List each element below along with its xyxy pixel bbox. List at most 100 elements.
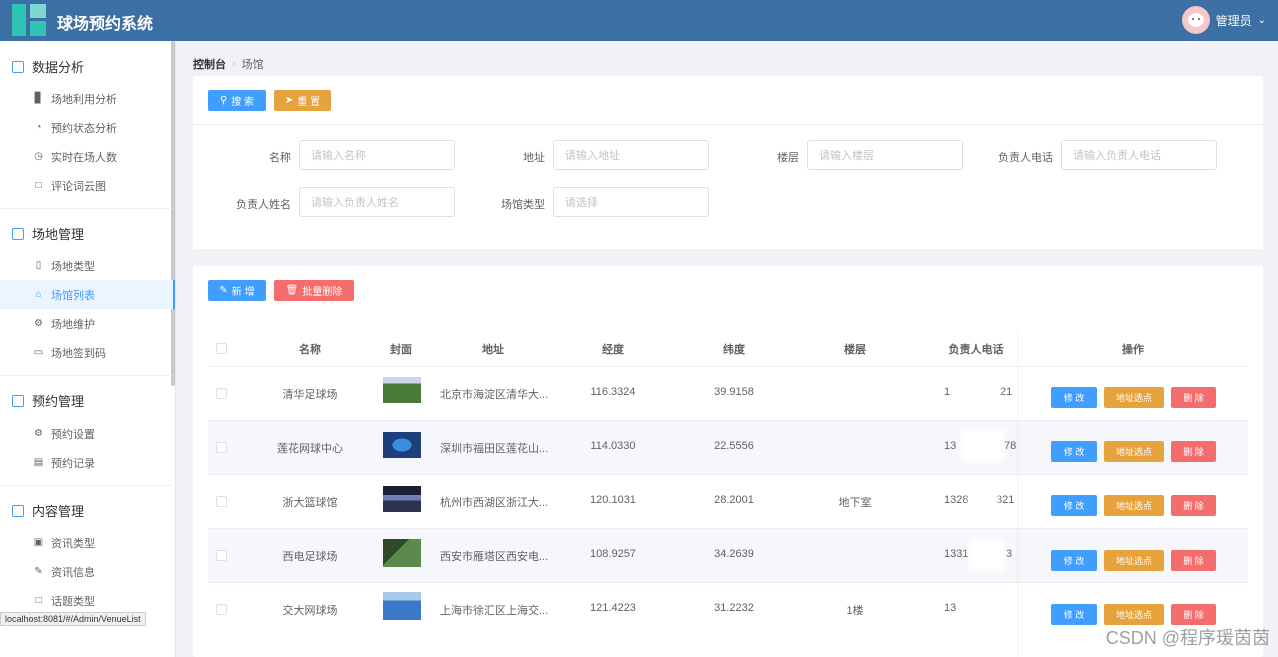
sidebar-item-checkin-code[interactable]: ▭ 场地签到码: [0, 338, 172, 367]
sidebar-item-venue-list[interactable]: ⌂ 场馆列表: [0, 280, 175, 309]
location-pick-button[interactable]: 地址选点: [1104, 387, 1164, 408]
sidebar-item-venue-usage[interactable]: ▊ 场地利用分析: [0, 84, 172, 113]
venue-type-label: 场馆类型: [501, 199, 545, 211]
column-header-manager-phone[interactable]: 负责人电话: [931, 341, 1021, 357]
edit-icon: ✎: [34, 566, 43, 577]
office-building-icon: [12, 227, 24, 240]
user-name[interactable]: 管理员: [1216, 12, 1252, 29]
venue-longitude: 121.4223: [590, 602, 636, 614]
venue-latitude: 28.2001: [714, 494, 754, 506]
watermark: CSDN @程序瑗茵茵: [1105, 628, 1270, 648]
venue-name: 浙大篮球馆: [282, 497, 338, 509]
delete-button[interactable]: 删 除: [1171, 604, 1216, 625]
select-all-checkbox[interactable]: [216, 343, 227, 354]
venue-cover-image: [383, 592, 421, 620]
avatar[interactable]: [1181, 6, 1210, 34]
venue-latitude: 39.9158: [714, 386, 754, 398]
search-button[interactable]: ⚲ 搜 索: [208, 90, 266, 111]
sidebar-item-booking-settings[interactable]: ⚙ 预约设置: [0, 419, 172, 448]
venue-type-select[interactable]: 请选择: [553, 187, 709, 217]
column-header-latitude[interactable]: 纬度: [694, 341, 774, 357]
venue-address: 杭州市西湖区浙江大...: [440, 497, 549, 509]
column-header-cover[interactable]: 封面: [373, 341, 429, 357]
sidebar-group-venue-management[interactable]: 场地管理: [12, 224, 84, 243]
sidebar: 数据分析 ▊ 场地利用分析 ◔ 预约状态分析 ◷ 实时在场人数 □ 评论词云图 场地管理…: [0, 41, 176, 657]
sidebar-item-booking-status[interactable]: ◔ 预约状态分析: [0, 113, 172, 142]
monitor-icon: ▭: [33, 347, 44, 358]
edit-icon: ✎: [219, 285, 228, 296]
column-header-name[interactable]: 名称: [280, 341, 340, 357]
manager-name-input[interactable]: 请输入负责人姓名: [299, 187, 455, 217]
location-pick-button[interactable]: 地址选点: [1104, 550, 1164, 571]
sidebar-item-news-type[interactable]: ▣ 资讯类型: [0, 528, 172, 557]
sidebar-item-venue-maintenance[interactable]: ⚙ 场地维护: [0, 309, 172, 338]
sidebar-item-realtime-count[interactable]: ◷ 实时在场人数: [0, 142, 172, 171]
table-row: 莲花网球中心 深圳市福田区莲花山... 114.0330 22.5556 13 …: [208, 421, 1248, 474]
sidebar-item-comment-cloud[interactable]: □ 评论词云图: [0, 171, 172, 200]
venue-latitude: 34.2639: [714, 548, 754, 560]
venue-name: 交大网球场: [282, 605, 338, 617]
column-header-actions[interactable]: 操作: [1093, 341, 1173, 357]
delete-button[interactable]: 删 除: [1171, 387, 1216, 408]
venue-longitude: 116.3324: [590, 386, 636, 398]
document-icon: ▤: [33, 457, 44, 468]
sidebar-group-data-analysis[interactable]: 数据分析: [12, 57, 84, 76]
message-icon: □: [35, 595, 42, 606]
batch-delete-button[interactable]: 🗑 批量删除: [274, 280, 354, 301]
floor-input[interactable]: 请输入楼层: [807, 140, 963, 170]
manager-phone-end: 21: [1000, 386, 1013, 398]
venue-floor: 1楼: [846, 605, 864, 617]
edit-button[interactable]: 修 改: [1051, 441, 1097, 462]
edit-button[interactable]: 修 改: [1051, 495, 1097, 516]
file-icon: [12, 504, 24, 517]
bookmark-icon: ▯: [35, 260, 42, 271]
sidebar-item-news-info[interactable]: ✎ 资讯信息: [0, 557, 172, 586]
breadcrumb-current: 场馆: [241, 59, 264, 71]
sidebar-item-booking-records[interactable]: ▤ 预约记录: [0, 448, 172, 477]
name-label: 名称: [269, 152, 291, 164]
add-button[interactable]: ✎ 新 增: [208, 280, 266, 301]
manager-phone-start: 1331: [944, 548, 969, 560]
pie-chart-icon: ◔: [35, 122, 42, 133]
address-input[interactable]: 请输入地址: [553, 140, 709, 170]
venue-latitude: 31.2232: [714, 602, 754, 614]
venue-name: 西电足球场: [282, 551, 338, 563]
row-checkbox[interactable]: [216, 550, 227, 561]
delete-button[interactable]: 删 除: [1171, 550, 1216, 571]
delete-button[interactable]: 删 除: [1171, 495, 1216, 516]
edit-button[interactable]: 修 改: [1051, 604, 1097, 625]
location-pick-button[interactable]: 地址选点: [1104, 441, 1164, 462]
edit-button[interactable]: 修 改: [1051, 387, 1097, 408]
manager-phone-end: 321: [996, 494, 1015, 506]
chevron-down-icon[interactable]: ⌄: [1258, 15, 1266, 26]
row-checkbox[interactable]: [216, 496, 227, 507]
location-pick-button[interactable]: 地址选点: [1104, 495, 1164, 516]
address-label: 地址: [523, 152, 545, 164]
venue-name: 清华足球场: [282, 389, 338, 401]
trash-icon: 🗑: [285, 285, 299, 296]
venue-table-panel: ✎ 新 增 🗑 批量删除 名称 封面 地址 经度 纬度 楼层 负责人电话 操作 清华…: [193, 266, 1263, 657]
location-pick-button[interactable]: 地址选点: [1104, 604, 1164, 625]
edit-button[interactable]: 修 改: [1051, 550, 1097, 571]
user-menu[interactable]: 管理员 ⌄: [1181, 6, 1266, 34]
search-panel: ⚲ 搜 索 ➤ 重 置 名称 请输入名称 地址 请输入地址 楼层 请输入楼层 负责人…: [193, 76, 1263, 249]
row-checkbox[interactable]: [216, 388, 227, 399]
column-header-address[interactable]: 地址: [453, 341, 533, 357]
column-header-longitude[interactable]: 经度: [573, 341, 653, 357]
manager-phone-input[interactable]: 请输入负责人电话: [1061, 140, 1217, 170]
delete-button[interactable]: 删 除: [1171, 441, 1216, 462]
breadcrumb-home[interactable]: 控制台: [193, 56, 226, 72]
sidebar-group-booking-management[interactable]: 预约管理: [12, 391, 84, 410]
manager-phone-end: 3: [1006, 548, 1013, 560]
sidebar-item-topic-type[interactable]: □ 话题类型: [0, 586, 172, 615]
row-checkbox[interactable]: [216, 442, 227, 453]
column-header-floor[interactable]: 楼层: [815, 341, 895, 357]
manager-phone-start: 1328: [944, 494, 969, 506]
venue-cover-image: [383, 486, 421, 512]
sidebar-item-venue-type[interactable]: ▯ 场地类型: [0, 251, 172, 280]
calendar-icon: [12, 394, 24, 407]
reset-button[interactable]: ➤ 重 置: [274, 90, 331, 111]
sidebar-group-content-management[interactable]: 内容管理: [12, 501, 84, 520]
name-input[interactable]: 请输入名称: [299, 140, 455, 170]
row-checkbox[interactable]: [216, 604, 227, 615]
